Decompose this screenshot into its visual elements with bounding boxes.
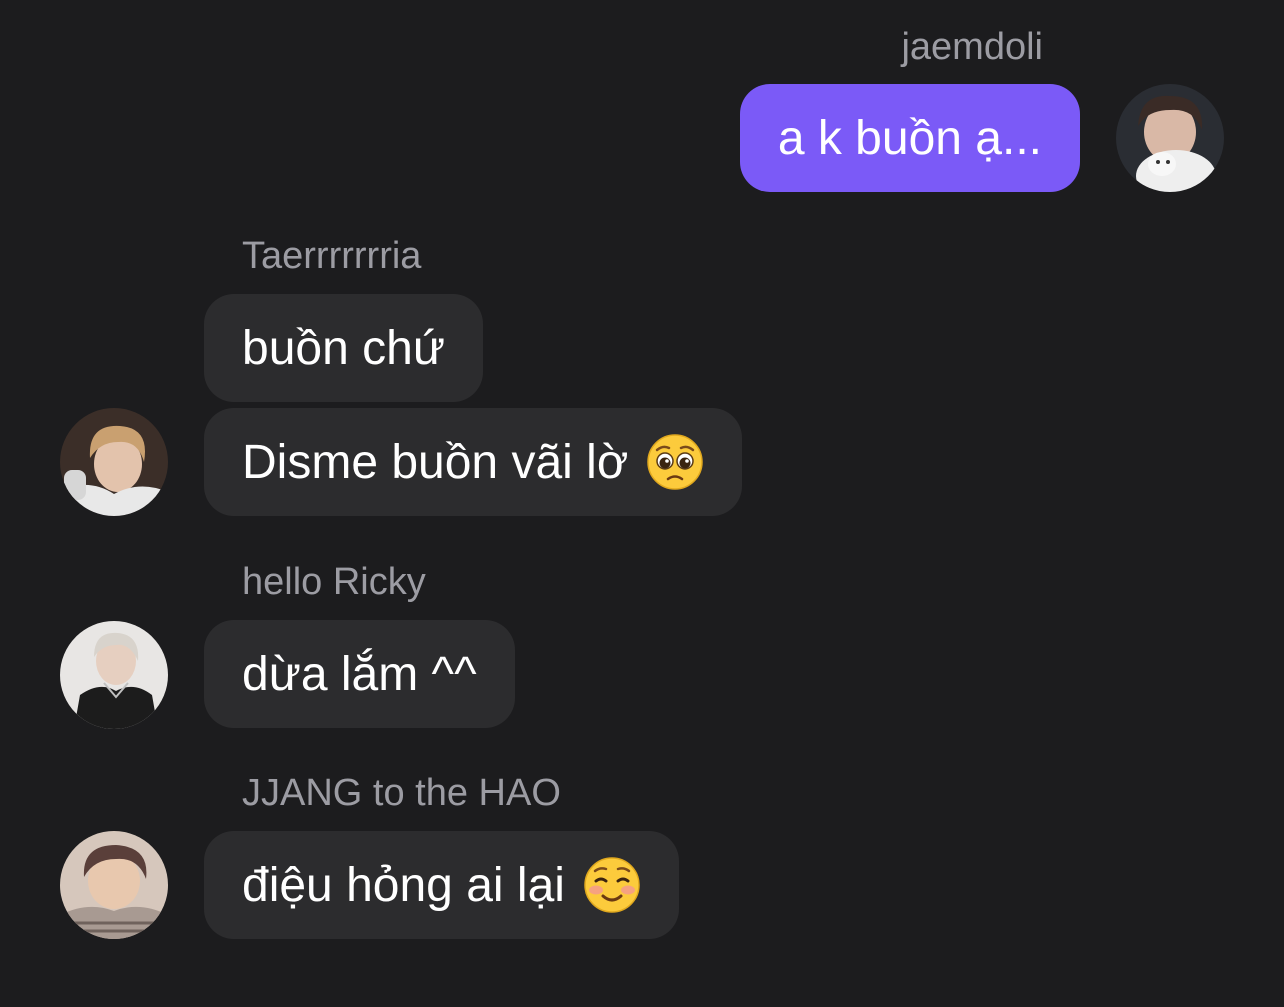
message-text: a k buồn ạ... xyxy=(777,111,1042,165)
avatar-taerrrrrrria[interactable] xyxy=(60,408,168,516)
message-bubble-incoming[interactable]: Disme buồn vãi lờ xyxy=(204,408,743,516)
sender-name-jjang-to-the-hao: JJANG to the HAO xyxy=(242,772,561,814)
message-text: điệu hỏng ai lại xyxy=(242,858,565,912)
message-text: buồn chứ xyxy=(242,321,445,375)
avatar-hello-ricky[interactable] xyxy=(60,621,168,729)
pleading-face-icon xyxy=(646,433,704,491)
avatar-jaemdoli[interactable] xyxy=(1116,84,1224,192)
avatar-jjang-to-the-hao[interactable] xyxy=(60,831,168,939)
message-bubble-outgoing[interactable]: a k buồn ạ... xyxy=(739,84,1080,192)
sender-name-jaemdoli: jaemdoli xyxy=(901,26,1043,68)
sender-name-taerrrrrrria: Taerrrrrrria xyxy=(242,235,422,277)
message-bubble-incoming[interactable]: điệu hỏng ai lại xyxy=(204,831,679,939)
smiling-face-icon xyxy=(583,856,641,914)
message-bubble-incoming[interactable]: buồn chứ xyxy=(204,294,483,402)
message-text: dừa lắm ^^ xyxy=(242,647,477,701)
message-bubble-incoming[interactable]: dừa lắm ^^ xyxy=(204,620,515,728)
sender-name-hello-ricky: hello Ricky xyxy=(242,561,426,603)
message-text: Disme buồn vãi lờ xyxy=(242,435,629,489)
